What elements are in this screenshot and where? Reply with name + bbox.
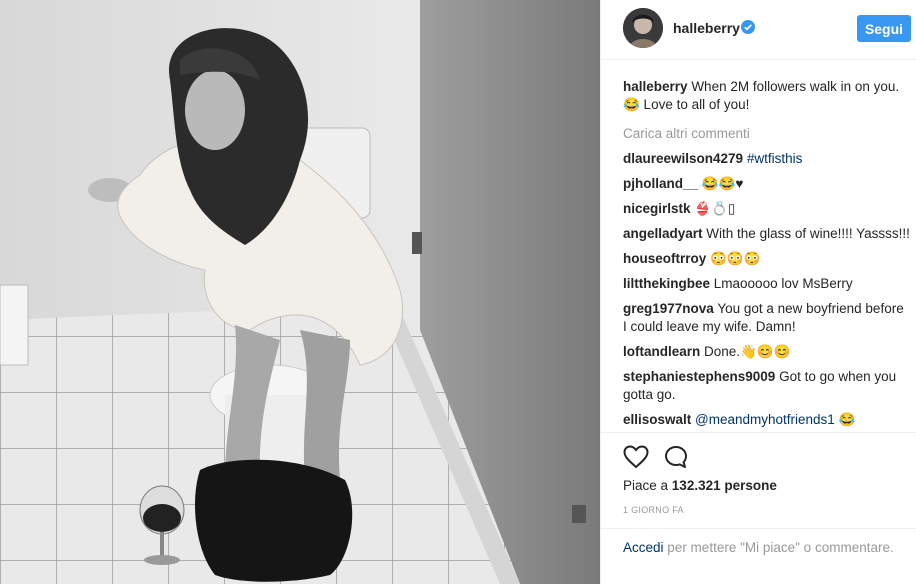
post-sidebar: halleberry Segui halleberry When 2M foll… bbox=[600, 0, 916, 584]
post-actions: Piace a 132.321 persone 1 GIORNO FA bbox=[601, 432, 916, 542]
verified-badge-icon bbox=[741, 20, 755, 34]
caption-username[interactable]: halleberry bbox=[623, 79, 688, 94]
comment-username[interactable]: greg1977nova bbox=[623, 301, 714, 316]
comment-mention[interactable]: @meandmyhotfriends1 bbox=[695, 412, 835, 427]
comment-username[interactable]: loftandlearn bbox=[623, 344, 700, 359]
comment-item: nicegirlstk 👙💍▯ bbox=[623, 200, 911, 218]
comment-item: loftandlearn Done.👋😊😊 bbox=[623, 343, 911, 361]
comment-username[interactable]: liltthekingbee bbox=[623, 276, 710, 291]
likes-suffix[interactable]: persone bbox=[724, 478, 777, 493]
login-prompt-text: per mettere "Mi piace" o commentare. bbox=[667, 540, 894, 555]
login-link[interactable]: Accedi bbox=[623, 540, 664, 555]
comment-username[interactable]: ellisoswalt bbox=[623, 412, 691, 427]
comment-item: dlaureewilson4279 #wtfisthis bbox=[623, 150, 911, 168]
avatar-image bbox=[623, 8, 663, 48]
photo-illustration bbox=[0, 0, 600, 584]
comment-bubble-icon[interactable] bbox=[664, 445, 688, 469]
avatar[interactable] bbox=[623, 8, 663, 48]
comment-username[interactable]: houseoftrroy bbox=[623, 251, 706, 266]
comment-item: stephaniestephens9009 Got to go when you… bbox=[623, 368, 911, 404]
follow-button[interactable]: Segui bbox=[857, 15, 911, 42]
login-prompt: Accedi per mettere "Mi piace" o commenta… bbox=[601, 528, 916, 557]
comment-item: liltthekingbee Lmaooooo lov MsBerry bbox=[623, 275, 911, 293]
post-photo[interactable] bbox=[0, 0, 600, 584]
comment-username[interactable]: stephaniestephens9009 bbox=[623, 369, 775, 384]
comment-text: Lmaooooo lov MsBerry bbox=[713, 276, 853, 291]
username-link[interactable]: halleberry bbox=[673, 20, 740, 36]
comment-hashtag[interactable]: #wtfisthis bbox=[747, 151, 803, 166]
comments-list: halleberry When 2M followers walk in on … bbox=[623, 78, 911, 432]
comment-text: Done.👋😊😊 bbox=[704, 344, 791, 359]
comment-item: pjholland__ 😂😂♥ bbox=[623, 175, 911, 193]
comment-text: 😂😂♥ bbox=[701, 176, 744, 191]
comment-item: angelladyart With the glass of wine!!!! … bbox=[623, 225, 911, 243]
comment-username[interactable]: nicegirlstk bbox=[623, 201, 691, 216]
comment-username[interactable]: dlaureewilson4279 bbox=[623, 151, 743, 166]
post-caption: halleberry When 2M followers walk in on … bbox=[623, 78, 911, 114]
comment-text: 😂 bbox=[838, 412, 856, 427]
comment-item: ellisoswalt @meandmyhotfriends1 😂 bbox=[623, 411, 911, 429]
likes-prefix: Piace a bbox=[623, 478, 669, 493]
comment-text: With the glass of wine!!!! Yassss!!! bbox=[706, 226, 910, 241]
post-timestamp: 1 GIORNO FA bbox=[623, 505, 684, 515]
load-more-comments-link[interactable]: Carica altri commenti bbox=[623, 125, 911, 143]
comment-item: houseoftrroy 😳😳😳 bbox=[623, 250, 911, 268]
comment-item: greg1977nova You got a new boyfriend bef… bbox=[623, 300, 911, 336]
comment-text: 👙💍▯ bbox=[694, 201, 736, 216]
comment-username[interactable]: pjholland__ bbox=[623, 176, 698, 191]
comment-username[interactable]: angelladyart bbox=[623, 226, 703, 241]
likes-number[interactable]: 132.321 bbox=[672, 478, 721, 493]
comment-text: 😳😳😳 bbox=[710, 251, 761, 266]
likes-count: Piace a 132.321 persone bbox=[623, 478, 777, 493]
post-header: halleberry Segui bbox=[601, 0, 916, 60]
heart-icon[interactable] bbox=[623, 445, 649, 469]
